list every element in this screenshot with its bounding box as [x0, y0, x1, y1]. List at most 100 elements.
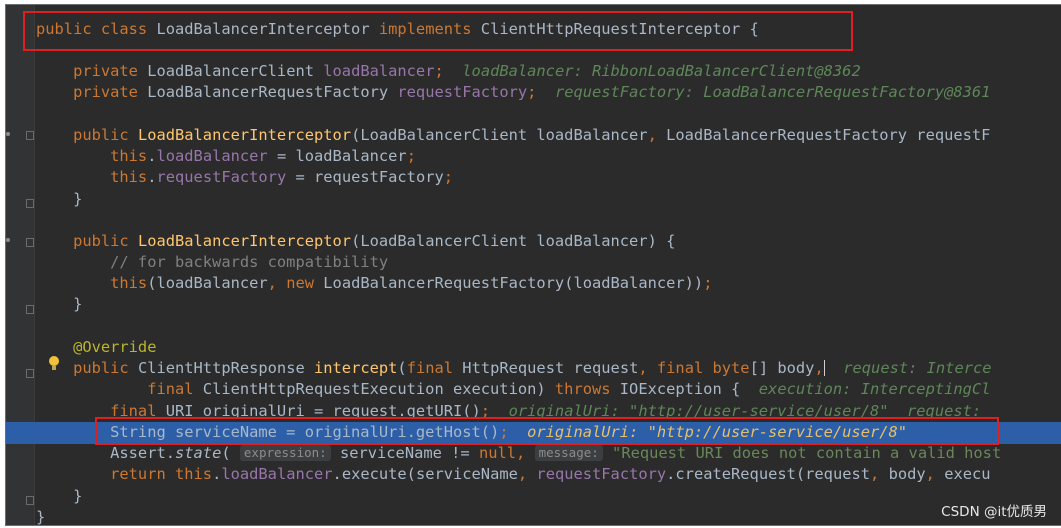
- code-token: this: [36, 168, 148, 186]
- code-token: ClientHttpRequestExecution execution): [202, 380, 555, 398]
- code-token: serviceName !=: [330, 444, 479, 462]
- code-token: (loadBalancer: [147, 274, 268, 292]
- override-marker-icon[interactable]: [6, 238, 10, 242]
- inline-debug-value: loadBalancer: RibbonLoadBalancerClient@8…: [443, 62, 861, 80]
- code-token: this: [36, 274, 148, 292]
- code-token: = requestFactory: [286, 168, 444, 186]
- code-token: body: [888, 465, 926, 483]
- code-token: HttpRequest request: [462, 359, 639, 377]
- code-token: requestFactory: [536, 465, 667, 483]
- code-token: loadBalancer: [156, 147, 268, 165]
- code-token: public: [36, 232, 138, 250]
- code-token: [] body: [749, 359, 815, 377]
- code-token: requestFactory: [397, 83, 528, 101]
- code-token: public: [36, 126, 138, 144]
- code-token: }: [36, 487, 83, 505]
- code-token: LoadBalancerInterceptor: [137, 126, 352, 144]
- fold-icon[interactable]: [26, 305, 34, 314]
- code-token: .createRequest(request: [666, 465, 871, 483]
- code-token: ,: [647, 126, 667, 144]
- code-line[interactable]: public LoadBalancerInterceptor(LoadBalan…: [36, 231, 675, 252]
- code-line[interactable]: // for backwards compatibility: [36, 252, 388, 273]
- code-token: .execute(serviceName: [332, 465, 518, 483]
- gutter-divider: [34, 5, 35, 525]
- code-token: (LoadBalancerClient loadBalancer: [351, 126, 648, 144]
- code-line[interactable]: final ClientHttpRequestExecution executi…: [36, 379, 990, 400]
- code-token: ,: [925, 465, 945, 483]
- fold-icon[interactable]: [26, 199, 34, 208]
- code-line[interactable]: this(loadBalancer, new LoadBalancerReque…: [36, 273, 712, 294]
- code-token: }: [36, 295, 83, 313]
- code-token: ;: [527, 83, 537, 101]
- code-token: .: [212, 465, 222, 483]
- code-token: private: [36, 83, 148, 101]
- code-line[interactable]: return this.loadBalancer.execute(service…: [36, 464, 991, 485]
- code-token: requestFactory: [156, 168, 287, 186]
- code-line[interactable]: this.requestFactory = requestFactory;: [36, 167, 453, 188]
- code-token: @Override: [36, 338, 157, 356]
- editor-gutter[interactable]: [6, 5, 34, 525]
- code-token: intercept: [314, 359, 398, 377]
- fold-icon[interactable]: [26, 369, 34, 378]
- code-token: public: [36, 359, 138, 377]
- code-token: state: [175, 444, 222, 462]
- code-line[interactable]: }: [36, 294, 82, 315]
- code-token: }: [36, 190, 83, 208]
- code-token: ;: [406, 147, 416, 165]
- code-token: ;: [443, 168, 454, 186]
- class-declaration-callout: [23, 11, 853, 51]
- code-token: // for backwards compatibility: [36, 253, 389, 271]
- code-token: LoadBalancerRequestFactory(loadBalancer)…: [323, 274, 704, 292]
- code-token: Assert.: [36, 444, 175, 462]
- code-line[interactable]: private LoadBalancerClient loadBalancer;…: [36, 61, 861, 82]
- code-token: final: [36, 380, 203, 398]
- code-token: ,: [517, 465, 537, 483]
- code-line[interactable]: private LoadBalancerRequestFactory reque…: [36, 82, 990, 103]
- code-token: return this: [36, 465, 213, 483]
- code-token: IOException {: [619, 380, 759, 398]
- code-token: this: [36, 147, 148, 165]
- inline-debug-value: request: Interce: [824, 359, 992, 377]
- code-editor[interactable]: public class LoadBalancerInterceptor imp…: [5, 4, 1061, 526]
- code-token: loadBalancer: [221, 465, 333, 483]
- code-token: "Request URI does not contain a valid ho…: [602, 444, 1002, 462]
- code-token: LoadBalancerRequestFactory requestF: [666, 126, 991, 144]
- code-line[interactable]: }: [36, 486, 82, 507]
- code-token: (LoadBalancerClient loadBalancer) {: [351, 232, 676, 250]
- inline-debug-value: execution: InterceptingCl: [758, 380, 991, 398]
- fold-icon[interactable]: [26, 131, 34, 140]
- code-line[interactable]: Assert.state( expression: serviceName !=…: [36, 443, 1001, 464]
- code-token: }: [36, 508, 46, 526]
- code-token: , final byte: [638, 359, 750, 377]
- code-token: private: [36, 62, 148, 80]
- code-token: ClientHttpResponse: [137, 359, 314, 377]
- code-line[interactable]: }: [36, 189, 82, 210]
- code-token: null,: [478, 444, 535, 462]
- code-token: final: [406, 359, 463, 377]
- code-token: execu: [944, 465, 991, 483]
- code-line[interactable]: this.loadBalancer = loadBalancer;: [36, 146, 416, 167]
- parameter-hint: expression:: [239, 445, 331, 461]
- code-token: ;: [434, 62, 444, 80]
- override-marker-icon[interactable]: [6, 132, 10, 136]
- code-line[interactable]: }: [36, 507, 46, 526]
- service-name-line-callout: [95, 417, 999, 445]
- code-token: loadBalancer: [323, 62, 435, 80]
- code-line[interactable]: public ClientHttpResponse intercept(fina…: [36, 358, 992, 379]
- code-token: (: [397, 359, 407, 377]
- code-token: (: [221, 444, 240, 462]
- fold-icon[interactable]: [26, 238, 34, 247]
- code-token: , new: [267, 274, 324, 292]
- code-token: LoadBalancerRequestFactory: [147, 83, 398, 101]
- code-token: LoadBalancerInterceptor: [137, 232, 352, 250]
- code-token: ,: [814, 359, 824, 377]
- code-line[interactable]: public LoadBalancerInterceptor(LoadBalan…: [36, 125, 990, 146]
- code-token: ,: [870, 465, 889, 483]
- code-token: LoadBalancerClient: [147, 62, 324, 80]
- code-line[interactable]: @Override: [36, 337, 156, 358]
- code-token: ;: [703, 274, 713, 292]
- code-token: = loadBalancer: [267, 147, 407, 165]
- fold-icon[interactable]: [26, 496, 34, 505]
- code-token: throws: [554, 380, 620, 398]
- parameter-hint: message:: [534, 445, 603, 461]
